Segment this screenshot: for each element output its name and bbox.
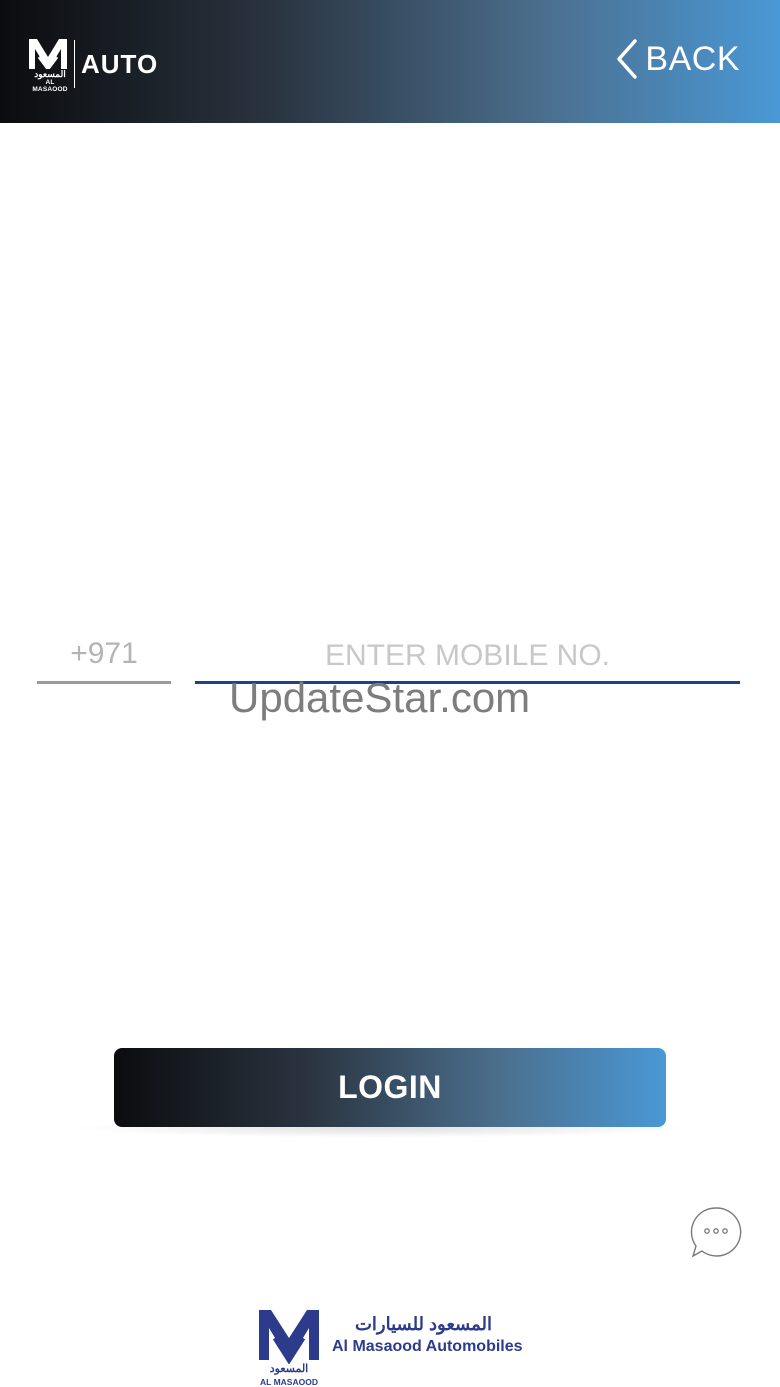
mobile-number-input[interactable] — [195, 634, 740, 678]
logo-auto-text: AUTO — [81, 49, 159, 79]
back-button[interactable]: BACK — [615, 36, 740, 82]
footer-logo-english: AL MASAOOD — [260, 1377, 318, 1387]
country-code-underline — [37, 681, 171, 684]
footer-company-arabic: المسعود للسيارات — [354, 1314, 492, 1334]
chat-bubble-icon[interactable] — [690, 1206, 742, 1258]
footer-logo-icon — [257, 1308, 321, 1368]
chevron-left-icon — [617, 39, 638, 79]
footer-company-name: Al Masaood Automobiles — [332, 1338, 523, 1355]
app-header: المسعود AL MASAOOD AUTO BACK — [0, 0, 780, 123]
login-label: LOGIN — [338, 1069, 442, 1105]
back-label: BACK — [645, 40, 740, 78]
footer-logo-arabic: المسعود — [269, 1363, 309, 1375]
watermark-text: UpdateStar.com — [229, 674, 531, 721]
logo-divider — [74, 40, 75, 88]
logo-english-text: AL MASAOOD — [32, 79, 68, 93]
country-code-selector[interactable]: +971 — [37, 634, 171, 684]
country-code-text: +971 — [70, 637, 138, 670]
login-button[interactable]: LOGIN — [114, 1048, 666, 1127]
